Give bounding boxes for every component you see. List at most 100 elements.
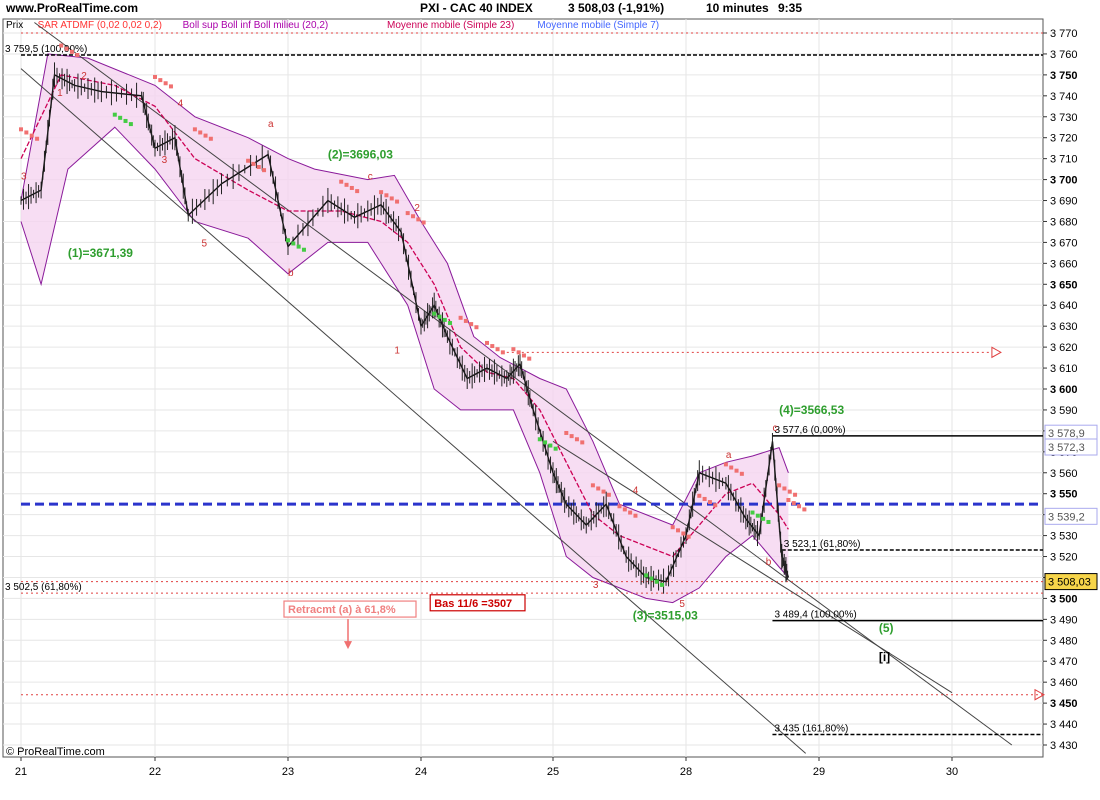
sar-dot <box>590 483 595 488</box>
y-tick-label: 3 470 <box>1050 656 1078 668</box>
legend-entry: Prix <box>6 20 23 31</box>
wave-count-label: 3 <box>593 580 599 591</box>
sar-dot <box>416 217 421 222</box>
y-tick-label: 3 670 <box>1050 237 1078 249</box>
price-chart[interactable]: www.ProRealTime.com PXI - CAC 40 INDEX 3… <box>0 0 1100 800</box>
y-tick-label: 3 700 <box>1050 175 1078 187</box>
sar-dot <box>628 510 633 515</box>
sar-dot <box>421 220 426 225</box>
sar-dot <box>543 440 548 445</box>
sar-dot <box>782 486 787 491</box>
site-title: www.ProRealTime.com <box>5 1 138 15</box>
sar-dot <box>516 350 521 355</box>
wave-label: (4)=3566,53 <box>779 403 844 417</box>
copyright-text: © ProRealTime.com <box>6 746 105 758</box>
sar-dot <box>64 46 69 51</box>
sar-dot <box>564 430 569 435</box>
sar-dot <box>463 318 468 323</box>
sar-dot <box>793 492 798 497</box>
sar-dot <box>707 500 712 505</box>
sar-dot <box>123 118 128 123</box>
sar-dot <box>686 534 691 539</box>
wave-count-label: b <box>288 268 294 279</box>
sar-dot <box>69 49 74 54</box>
wave-label: (5) <box>879 621 894 635</box>
legend-entry: Moyenne mobile (Simple 7) <box>537 20 659 31</box>
sar-dot <box>296 244 301 249</box>
sar-dot <box>739 471 744 476</box>
sar-dot <box>580 440 585 445</box>
sar-dot <box>548 443 553 448</box>
x-tick-label: 23 <box>282 766 294 778</box>
sar-dot <box>521 353 526 358</box>
sar-dot <box>633 513 638 518</box>
sar-dot <box>622 507 627 512</box>
sar-dot <box>29 133 34 138</box>
sar-dot <box>702 496 707 501</box>
sar-dot <box>755 513 760 518</box>
sar-dot <box>511 347 516 352</box>
price-tag-text: 3 539,2 <box>1048 511 1085 523</box>
x-tick-label: 21 <box>15 766 27 778</box>
sar-dot <box>384 193 389 198</box>
y-tick-label: 3 680 <box>1050 216 1078 228</box>
sar-dot <box>75 52 80 57</box>
sar-dot <box>791 501 796 506</box>
sar-dot <box>291 241 296 246</box>
sar-dot <box>389 196 394 201</box>
wave-count-label: 1 <box>394 345 400 356</box>
sar-dot <box>797 504 802 509</box>
sar-dot <box>163 81 168 86</box>
sar-dot <box>118 115 123 120</box>
y-tick-label: 3 440 <box>1050 719 1078 731</box>
wave-count-label: 5 <box>679 599 685 610</box>
sar-dot <box>527 356 532 361</box>
level-label: 3 489,4 (100,00%) <box>774 610 856 621</box>
sar-dot <box>251 161 256 166</box>
y-tick-label: 3 770 <box>1050 28 1078 40</box>
y-tick-label: 3 600 <box>1050 384 1078 396</box>
sar-dot <box>432 311 437 316</box>
y-tick-label: 3 710 <box>1050 154 1078 166</box>
price-tag-text: 3 578,9 <box>1048 428 1085 440</box>
y-tick-label: 3 460 <box>1050 677 1078 689</box>
sar-dot <box>59 43 64 48</box>
wave-count-label: c <box>368 172 373 183</box>
sar-dot <box>153 74 157 79</box>
legend-entry: Moyenne mobile (Simple 23) <box>387 20 514 31</box>
level-label: 3 502,5 (61,80%) <box>5 582 82 593</box>
sar-dot <box>349 185 354 190</box>
wave-count-label: 4 <box>633 486 639 497</box>
price-tag-text: 3 508,03 <box>1048 577 1091 589</box>
wave-count-label: a <box>268 119 274 130</box>
sar-dot <box>495 347 500 352</box>
sar-dot <box>339 179 344 184</box>
wave-count-label: 2 <box>414 203 420 214</box>
y-tick-label: 3 590 <box>1050 405 1078 417</box>
sar-dot <box>35 136 40 141</box>
sar-dot <box>405 211 410 216</box>
sar-dot <box>553 446 558 451</box>
sar-dot <box>734 468 739 473</box>
annotation-text: Retracmt (a) à 61,8% <box>288 604 396 616</box>
instrument-title: PXI - CAC 40 INDEX <box>420 1 533 15</box>
sar-dot <box>301 247 306 252</box>
sar-dot <box>723 462 728 467</box>
sar-dot <box>649 576 654 581</box>
y-tick-label: 3 450 <box>1050 698 1078 710</box>
time-text: 9:35 <box>778 1 802 15</box>
x-tick-label: 30 <box>946 766 958 778</box>
sar-dot <box>203 133 208 138</box>
price-tag-text: 3 572,3 <box>1048 442 1085 454</box>
sar-dot <box>395 199 400 204</box>
sar-dot <box>500 350 505 355</box>
timeframe-text: 10 minutes <box>706 1 769 15</box>
sar-dot <box>676 528 681 533</box>
sar-dot <box>537 437 542 442</box>
sar-dot <box>777 483 782 488</box>
sar-dot <box>569 434 574 439</box>
sar-dot <box>617 504 622 509</box>
sar-dot <box>606 492 611 497</box>
sar-dot <box>713 503 718 508</box>
sar-dot <box>469 322 474 327</box>
